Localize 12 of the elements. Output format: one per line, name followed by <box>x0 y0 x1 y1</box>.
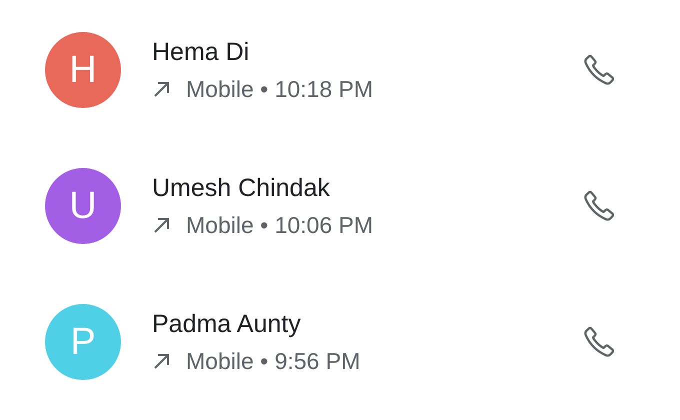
call-detail: Mobile • 9:56 PM <box>186 347 360 376</box>
call-detail: Mobile • 10:18 PM <box>186 75 374 104</box>
phone-icon[interactable] <box>582 325 616 359</box>
avatar: U <box>45 168 121 244</box>
phone-icon[interactable] <box>582 189 616 223</box>
call-detail: Mobile • 10:06 PM <box>186 211 374 240</box>
contact-name: Hema Di <box>152 37 250 68</box>
avatar: P <box>45 304 121 380</box>
avatar: H <box>45 32 121 108</box>
contact-name: Umesh Chindak <box>152 173 331 204</box>
phone-icon[interactable] <box>582 53 616 87</box>
contact-name: Padma Aunty <box>152 309 302 340</box>
